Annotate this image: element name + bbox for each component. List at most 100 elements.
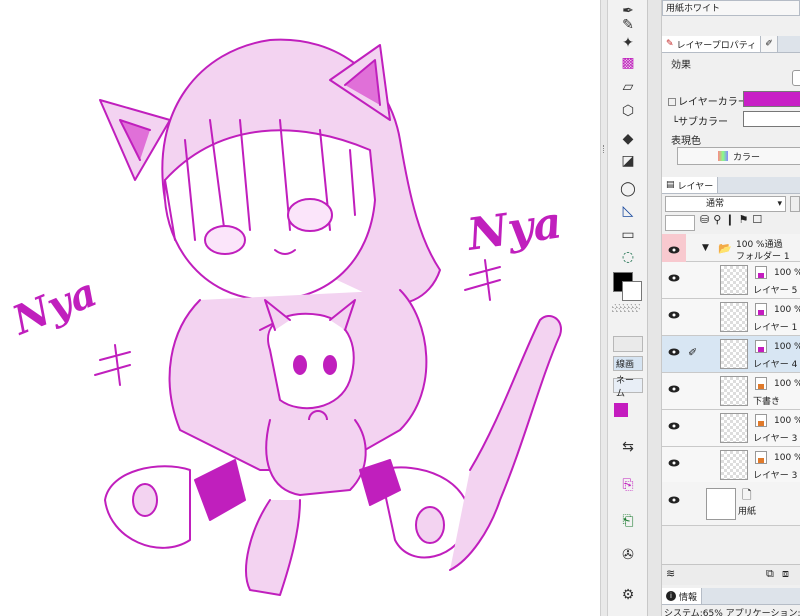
layer-name: レイヤー 4 bbox=[753, 360, 798, 370]
eye-icon[interactable] bbox=[668, 246, 680, 254]
layer-opacity: 100 % bbox=[774, 416, 800, 426]
layer-settings-icon[interactable]: ≋ bbox=[666, 567, 675, 580]
tab-layer-property[interactable]: ✎ レイヤープロパティ bbox=[662, 36, 762, 52]
sub-color-swatch[interactable] bbox=[622, 281, 642, 301]
info-icon: i bbox=[666, 591, 676, 601]
layer-thumbnail bbox=[720, 339, 748, 369]
tab-tool-property[interactable]: ✐ bbox=[761, 36, 778, 52]
effect-button[interactable] bbox=[792, 70, 800, 86]
layer-color-swatch[interactable] bbox=[743, 91, 800, 107]
layer-opacity: 100 % bbox=[774, 268, 800, 278]
blend-mode-select[interactable]: 通常 ▾ bbox=[665, 196, 786, 212]
tool-palette: ✒ ✎ ✦ ▩ ▱ ⬡ ◆ ◪ ◯ ◺ ▭ ◌ ⇆ ⎘ ⎗ ✇ ⚙ bbox=[608, 0, 648, 616]
folder-toggle-icon[interactable]: ▼ bbox=[702, 243, 709, 253]
layer-name: レイヤー 1 bbox=[753, 323, 798, 333]
effect-label: 効果 bbox=[671, 60, 691, 71]
swap-color-icon[interactable]: ⇆ bbox=[616, 436, 640, 458]
mask-icon[interactable]: ⎗ bbox=[616, 510, 640, 532]
pen-edit-icon: ✐ bbox=[688, 346, 698, 359]
canvas-divider[interactable] bbox=[600, 0, 608, 616]
sparkle-tool-icon[interactable]: ✦ bbox=[616, 32, 640, 54]
layer-tool-icons[interactable]: ⛁⚲❙⚑☐ bbox=[700, 213, 800, 231]
folder-icon: 📂 bbox=[718, 242, 732, 255]
layer-type-icon bbox=[755, 266, 767, 279]
layer-type-icon bbox=[755, 377, 767, 390]
tab-layer[interactable]: ▤ レイヤー bbox=[662, 177, 719, 193]
drawing-canvas[interactable]: Nya Nya bbox=[0, 0, 600, 616]
transparent-color[interactable] bbox=[612, 304, 640, 312]
panel-scroll-strip[interactable] bbox=[648, 0, 662, 616]
top-panel-field[interactable]: 用紙ホワイト bbox=[662, 0, 800, 16]
tab-info[interactable]: i 情報 bbox=[662, 588, 703, 604]
layer-type-icon bbox=[755, 414, 767, 427]
layer-opacity: 100 % bbox=[774, 342, 800, 352]
layer-empty-space bbox=[662, 526, 800, 564]
layer-row[interactable]: 100 % レイヤー 3 bbox=[662, 447, 800, 484]
layer-lock-icon[interactable]: ⎘ bbox=[616, 474, 640, 496]
chevron-down-icon: ▾ bbox=[777, 199, 782, 209]
layer-name: レイヤー 3 bbox=[753, 434, 798, 444]
layer-type-icon bbox=[755, 340, 767, 353]
folder-name: フォルダー 1 bbox=[736, 252, 790, 262]
folder-row[interactable]: ▼ 📂 100 %通過 フォルダー 1 bbox=[662, 234, 800, 262]
expression-color-label: 表現色 bbox=[671, 136, 701, 147]
layer-row[interactable]: 100 % レイヤー 1 bbox=[662, 299, 800, 336]
eye-icon[interactable] bbox=[668, 311, 680, 319]
current-color-chip[interactable] bbox=[614, 403, 628, 417]
layer-name: レイヤー 3 bbox=[753, 471, 798, 481]
layer-name: 下書き bbox=[753, 397, 781, 407]
lock-button[interactable] bbox=[790, 196, 800, 212]
eye-icon[interactable] bbox=[668, 348, 680, 356]
layer-row[interactable]: ✐ 100 % レイヤー 4 bbox=[662, 336, 800, 373]
layer-thumbnail bbox=[720, 302, 748, 332]
layer-thumbnail bbox=[720, 413, 748, 443]
layer-row[interactable]: 100 % レイヤー 3 bbox=[662, 410, 800, 447]
layer-opacity: 100 % bbox=[774, 379, 800, 389]
balloon-tool-icon[interactable]: ◌ bbox=[616, 246, 640, 268]
cube-tool-icon[interactable]: ⬡ bbox=[616, 100, 640, 122]
subtool-header bbox=[613, 336, 643, 352]
subtool-tab-lineart[interactable]: 線画 bbox=[613, 356, 643, 371]
eye-icon[interactable] bbox=[668, 274, 680, 282]
paper-layer-row[interactable]: 🗋 用紙 bbox=[662, 482, 800, 526]
eye-icon[interactable] bbox=[668, 459, 680, 467]
layer-row[interactable]: 100 % レイヤー 5 bbox=[662, 262, 800, 299]
layer-opacity: 100 % bbox=[774, 453, 800, 463]
layer-thumbnail bbox=[720, 376, 748, 406]
layer-row[interactable]: 100 % 下書き bbox=[662, 373, 800, 410]
subtool-tab-name[interactable]: ネーム bbox=[613, 376, 643, 399]
layer-name: レイヤー 5 bbox=[753, 286, 798, 296]
navigator-icon[interactable]: ✇ bbox=[616, 544, 640, 566]
opacity-field[interactable] bbox=[665, 215, 695, 231]
layer-panel-header: ▤ レイヤー bbox=[662, 177, 800, 194]
brush-icon: ✐ bbox=[765, 39, 773, 49]
expression-color-dropdown[interactable]: カラー bbox=[677, 147, 800, 165]
ruler-tool-icon[interactable]: ◺ bbox=[616, 200, 640, 222]
fill-tool-icon[interactable]: ◆ bbox=[616, 128, 640, 150]
illustration: Nya Nya bbox=[4, 38, 565, 596]
pen-red-icon: ✎ bbox=[666, 39, 674, 49]
new-folder-icon[interactable]: ⧈ bbox=[782, 567, 789, 581]
property-panel-header: ✎ レイヤープロパティ ✐ bbox=[662, 36, 800, 53]
airbrush-tool-icon[interactable]: ▩ bbox=[616, 52, 640, 74]
settings-icon[interactable]: ⚙ bbox=[616, 584, 640, 606]
ellipse-tool-icon[interactable]: ◯ bbox=[616, 178, 640, 200]
gradient-tool-icon[interactable]: ◪ bbox=[616, 150, 640, 172]
color-mode-icon bbox=[717, 151, 728, 161]
paper-thumbnail bbox=[706, 488, 736, 520]
layer-color-label: レイヤーカラー bbox=[668, 93, 748, 108]
eraser-tool-icon[interactable]: ▱ bbox=[616, 76, 640, 98]
eye-icon[interactable] bbox=[668, 422, 680, 430]
new-layer-icon[interactable]: ⧉ bbox=[766, 567, 774, 581]
frame-tool-icon[interactable]: ▭ bbox=[616, 224, 640, 246]
nya-text-left: Nya bbox=[4, 269, 103, 345]
sub-color-field[interactable] bbox=[743, 111, 800, 127]
layer-opacity: 100 % bbox=[774, 305, 800, 315]
layer-thumbnail bbox=[720, 265, 748, 295]
eye-icon[interactable] bbox=[668, 496, 680, 504]
status-text: システム:65% アプリケーション:10 bbox=[664, 609, 800, 616]
layer-thumbnail bbox=[720, 450, 748, 480]
layer-type-icon bbox=[755, 303, 767, 316]
layers-icon: ▤ bbox=[666, 180, 675, 190]
eye-icon[interactable] bbox=[668, 385, 680, 393]
